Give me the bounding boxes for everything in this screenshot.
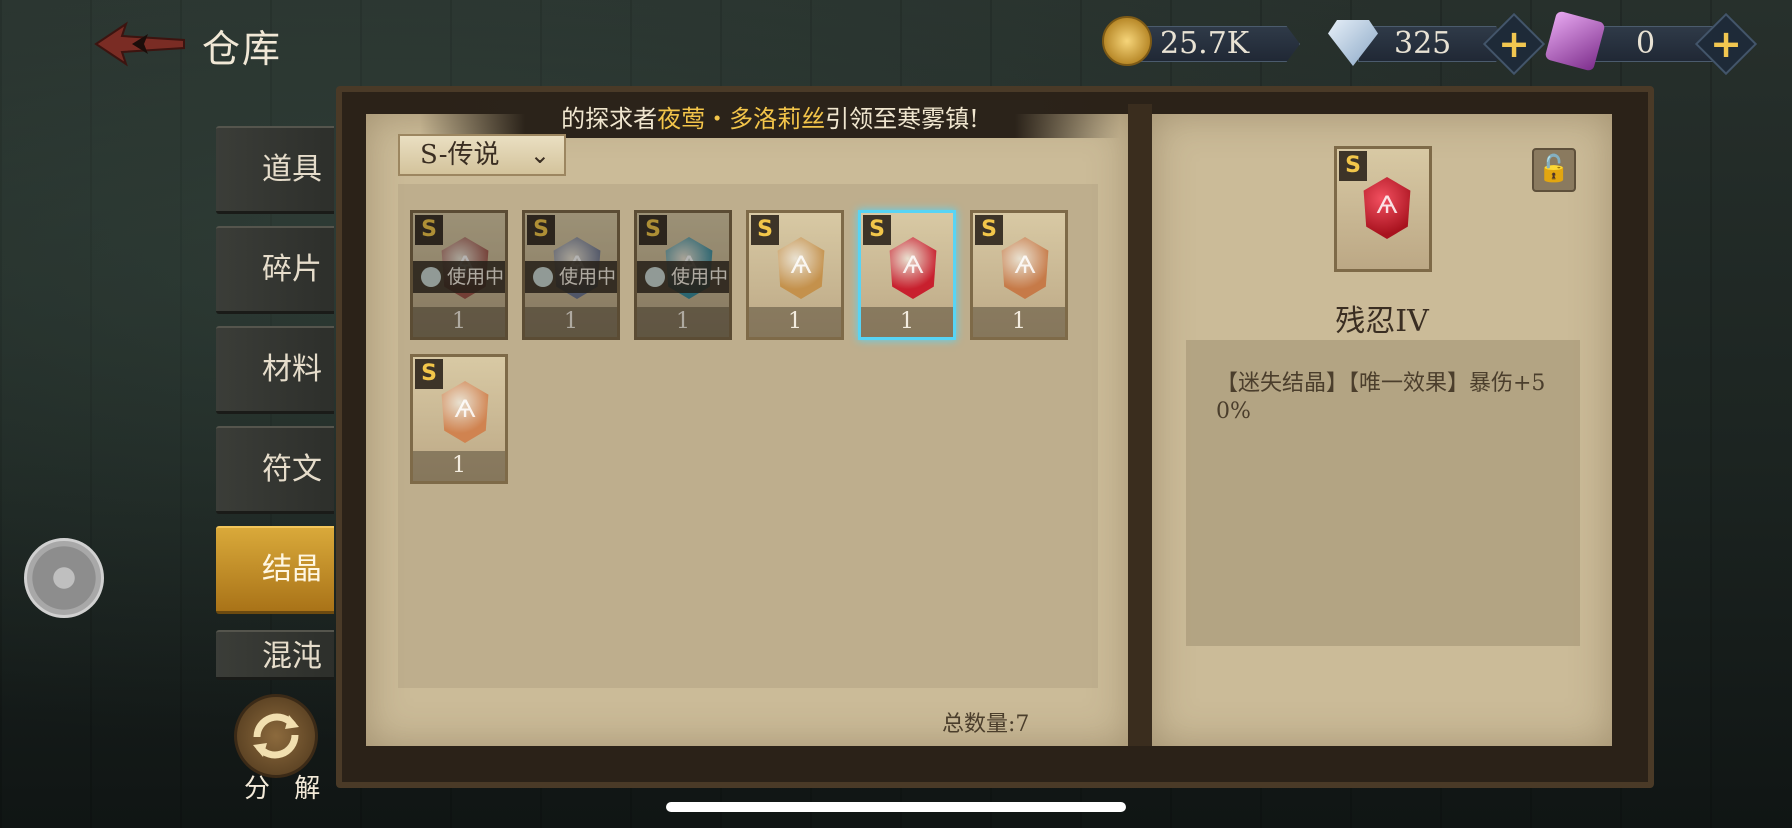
gold-currency: 25.7K [1102,16,1302,72]
page-title: 仓库 [202,27,283,71]
crystal-sigil-icon: Ѧ [1014,251,1036,279]
settings-wheel-button[interactable] [24,538,104,618]
item-name: 残忍IV [1335,304,1429,339]
item-slot[interactable]: SѦ使用中1 [410,210,508,340]
rank-badge: S [527,215,555,245]
item-quantity: 1 [413,451,505,481]
hero-avatar-icon [421,267,441,287]
detail-item-card: S Ѧ [1334,146,1432,272]
chevron-down-icon: ⌄ [529,141,550,169]
book-spine [1128,104,1152,746]
rank-badge: S [751,215,779,245]
lock-toggle-button[interactable]: 🔓 [1532,148,1576,192]
item-slot[interactable]: SѦ 1 [746,210,844,340]
item-quantity: 1 [749,307,841,337]
diamond-currency: 325 + [1328,12,1546,76]
item-slot[interactable]: SѦ 1 [410,354,508,484]
ticker-highlight: 夜莺・多洛莉丝 [657,105,826,133]
crystal-sigil-icon: Ѧ [902,251,924,279]
gold-coin-icon [1102,16,1152,66]
in-use-label: 使用中 [447,266,505,288]
rarity-filter-dropdown[interactable]: S-传说 ⌄ [398,134,566,176]
decompose-label: 分 解 [244,774,329,804]
tab-runes[interactable]: 符文 [216,426,334,514]
decompose-button[interactable] [234,694,318,778]
ticker-prefix: 的探求者 [561,105,658,133]
rank-badge: S [415,215,443,245]
back-button[interactable] [92,18,188,70]
item-slot[interactable]: SѦ使用中1 [522,210,620,340]
in-use-label: 使用中 [671,266,729,288]
ticker-suffix: 引领至寒雾镇! [825,105,979,133]
purple-crystal-icon [1544,10,1606,72]
item-quantity: 1 [413,307,505,337]
item-quantity: 1 [861,307,953,337]
home-indicator[interactable] [666,802,1126,812]
total-count: 总数量:7 [942,712,1030,737]
in-use-tag: 使用中 [637,261,729,293]
item-slot[interactable]: SѦ使用中1 [634,210,732,340]
item-quantity: 1 [973,307,1065,337]
plus-icon: + [1710,22,1742,66]
crystal-sigil-icon: Ѧ [1376,191,1398,219]
rank-badge: S [1339,151,1367,181]
crystal-currency: 0 + [1544,10,1758,76]
rank-badge: S [863,215,891,245]
add-diamond-button[interactable]: + [1482,12,1546,76]
filter-label: S-传说 [420,140,500,170]
tab-items[interactable]: 道具 [216,126,334,214]
add-crystal-button[interactable]: + [1694,12,1758,76]
item-slot[interactable]: SѦ 1 [858,210,956,340]
crystal-value: 0 [1636,26,1656,61]
rank-badge: S [639,215,667,245]
hero-avatar-icon [645,267,665,287]
tab-fragments[interactable]: 碎片 [216,226,334,314]
announcement-ticker: 的探求者夜莺・多洛莉丝引领至寒雾镇! [420,100,1120,138]
hero-avatar-icon [533,267,553,287]
item-quantity: 1 [637,307,729,337]
item-quantity: 1 [525,307,617,337]
tab-crystals[interactable]: 结晶 [216,526,334,614]
diamond-value: 325 [1394,26,1452,61]
item-description: 【迷失结晶】【唯一效果】暴伤+50% [1216,371,1546,424]
crystal-sigil-icon: Ѧ [454,395,476,423]
in-use-tag: 使用中 [525,261,617,293]
rank-badge: S [975,215,1003,245]
plus-icon: + [1498,22,1530,66]
back-arrow-icon [94,21,185,67]
crystal-sigil-icon: Ѧ [790,251,812,279]
item-slot[interactable]: SѦ 1 [970,210,1068,340]
gold-value: 25.7K [1160,26,1250,61]
tab-chaos[interactable]: 混沌 [216,630,334,680]
rank-badge: S [415,359,443,389]
unlock-icon: 🔓 [1537,154,1571,184]
tab-materials[interactable]: 材料 [216,326,334,414]
in-use-label: 使用中 [559,266,617,288]
in-use-tag: 使用中 [413,261,505,293]
recycle-icon [253,713,299,759]
